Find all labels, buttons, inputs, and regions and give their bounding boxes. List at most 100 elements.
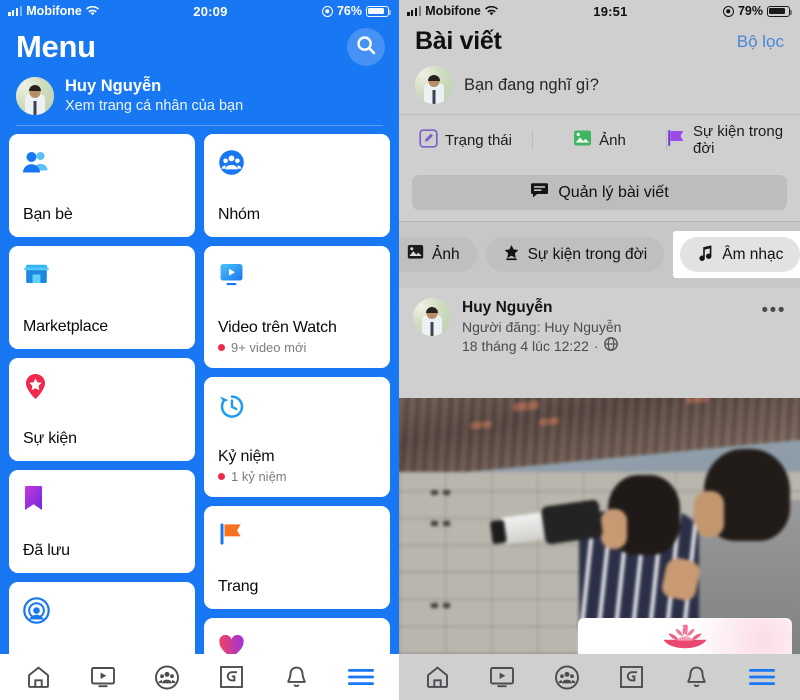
- filter-pill-strip: Ảnh Sự kiện trong đời Âm nhạc: [399, 221, 800, 288]
- menu-item-groups[interactable]: Nhóm: [204, 134, 390, 238]
- menu-item-watch[interactable]: Video trên Watch 9+ video mới: [204, 246, 390, 369]
- quick-action-life-event[interactable]: Sự kiện trong đời: [667, 123, 800, 157]
- composer-input[interactable]: Bạn đang nghĩ gì?: [464, 76, 599, 95]
- events-pin-icon: [23, 371, 182, 401]
- globe-icon: [603, 336, 618, 356]
- memories-clock-icon: [218, 390, 377, 420]
- quick-action-label: Ảnh: [599, 131, 626, 149]
- manage-posts-label: Quản lý bài viết: [558, 183, 669, 201]
- page-title: Bài viết: [415, 27, 502, 55]
- menu-item-label: Trang: [218, 578, 259, 596]
- left-phone-facebook-menu: Mobifone 20:09 76% Menu Huy Nguyễn Xem t…: [0, 0, 399, 700]
- watch-icon: [218, 259, 377, 289]
- signal-icon: [407, 6, 422, 16]
- quick-action-label: Trạng thái: [445, 131, 512, 149]
- menu-item-memories[interactable]: Kỷ niệm 1 kỷ niệm: [204, 377, 390, 498]
- groups-icon[interactable]: [147, 660, 187, 694]
- pill-music[interactable]: Âm nhạc: [680, 237, 800, 272]
- composer-row[interactable]: Bạn đang nghĩ gì?: [399, 62, 800, 114]
- more-dots-icon[interactable]: •••: [762, 298, 786, 320]
- menu-grid: Bạn bè Marketplace Sự kiện Đã lưu Nhóm V…: [0, 134, 399, 700]
- manage-posts-wrap: Quản lý bài viết: [399, 166, 800, 221]
- watch-icon[interactable]: [482, 660, 522, 694]
- clock-label: 19:51: [593, 3, 628, 19]
- quick-action-photo[interactable]: Ảnh: [533, 129, 666, 151]
- photo-icon: [407, 244, 424, 265]
- menu-hamburger-icon[interactable]: [341, 660, 381, 694]
- menu-item-events[interactable]: Sự kiện: [9, 358, 195, 462]
- battery-percent-label: 76%: [336, 4, 362, 18]
- battery-icon: [366, 5, 392, 17]
- watch-icon[interactable]: [83, 660, 123, 694]
- nearby-friends-icon: [23, 595, 182, 625]
- wifi-icon: [484, 6, 498, 16]
- post-poster-line: Người đăng: Huy Nguyễn: [462, 319, 622, 336]
- menu-column-right: Nhóm Video trên Watch 9+ video mới Kỷ ni…: [204, 134, 390, 700]
- life-event-flag-icon: [667, 129, 686, 151]
- pill-label: Ảnh: [432, 245, 460, 263]
- home-icon[interactable]: [18, 660, 58, 694]
- lock-rotation-icon: [321, 5, 333, 17]
- right-phone-posts: Mobifone 19:51 79% Bài viết Bộ lọc Bạn đ…: [399, 0, 800, 700]
- notifications-bell-icon[interactable]: [276, 660, 316, 694]
- dual-phone-screenshot: Mobifone 20:09 76% Menu Huy Nguyễn Xem t…: [0, 0, 800, 700]
- post-image[interactable]: [399, 398, 800, 654]
- menu-item-badge: 9+ video mới: [218, 340, 377, 355]
- menu-hamburger-icon[interactable]: [742, 660, 782, 694]
- signal-icon: [8, 6, 23, 16]
- menu-item-marketplace[interactable]: Marketplace: [9, 246, 195, 350]
- manage-posts-icon: [530, 182, 549, 204]
- left-bottom-nav: [0, 654, 399, 700]
- menu-item-friends[interactable]: Bạn bè: [9, 134, 195, 238]
- menu-item-label: Sự kiện: [23, 430, 77, 448]
- pill-label: Sự kiện trong đời: [527, 245, 648, 263]
- post-author-name[interactable]: Huy Nguyễn: [462, 298, 751, 318]
- page-title: Menu: [16, 29, 96, 64]
- clock-label: 20:09: [193, 3, 228, 19]
- post-timestamp: 18 tháng 4 lúc 12:22: [462, 337, 589, 354]
- search-button[interactable]: [347, 28, 385, 66]
- menu-item-label: Đã lưu: [23, 542, 70, 560]
- menu-column-left: Bạn bè Marketplace Sự kiện Đã lưu: [9, 134, 195, 700]
- left-status-bar: Mobifone 20:09 76%: [0, 0, 399, 22]
- posts-header: Bài viết Bộ lọc: [399, 22, 800, 62]
- menu-item-pages[interactable]: Trang: [204, 506, 390, 610]
- menu-item-saved[interactable]: Đã lưu: [9, 470, 195, 574]
- wifi-icon: [85, 6, 99, 16]
- quick-action-status[interactable]: Trạng thái: [399, 128, 532, 152]
- filter-button[interactable]: Bộ lọc: [737, 32, 784, 52]
- pill-photo[interactable]: Ảnh: [399, 237, 477, 272]
- badge-label: 9+ video mới: [231, 340, 307, 356]
- battery-icon: [767, 5, 793, 17]
- status-pencil-icon: [419, 128, 438, 152]
- gaming-icon[interactable]: [212, 660, 252, 694]
- avatar: [16, 76, 54, 115]
- avatar[interactable]: [413, 298, 451, 336]
- post-timestamp-row: 18 tháng 4 lúc 12:22 ·: [462, 336, 751, 356]
- menu-item-label: Bạn bè: [23, 206, 73, 224]
- right-bottom-nav: [399, 654, 800, 700]
- groups-icon: [218, 147, 377, 177]
- friends-icon: [23, 147, 182, 177]
- lock-rotation-icon: [722, 5, 734, 17]
- profile-subtitle: Xem trang cá nhân của bạn: [65, 97, 244, 114]
- marketplace-icon: [23, 259, 182, 289]
- profile-row[interactable]: Huy Nguyễn Xem trang cá nhân của bạn: [0, 70, 399, 125]
- menu-item-label: Marketplace: [23, 318, 108, 336]
- pages-flag-icon: [218, 519, 377, 549]
- carrier-label: Mobifone: [26, 4, 82, 18]
- timestamp-separator: ·: [593, 337, 599, 354]
- manage-posts-button[interactable]: Quản lý bài viết: [412, 175, 787, 210]
- pill-life-event[interactable]: Sự kiện trong đời: [485, 237, 665, 272]
- home-icon[interactable]: [417, 660, 457, 694]
- groups-icon[interactable]: [547, 660, 587, 694]
- photo-icon: [573, 129, 592, 151]
- pill-music-highlight: Âm nhạc: [673, 231, 800, 278]
- avatar: [415, 66, 453, 104]
- music-note-icon: [697, 244, 714, 266]
- badge-dot-icon: [218, 344, 225, 352]
- gaming-icon[interactable]: [612, 660, 652, 694]
- notifications-bell-icon[interactable]: [677, 660, 717, 694]
- menu-item-label: Nhóm: [218, 206, 260, 224]
- menu-item-badge: 1 kỷ niệm: [218, 469, 377, 484]
